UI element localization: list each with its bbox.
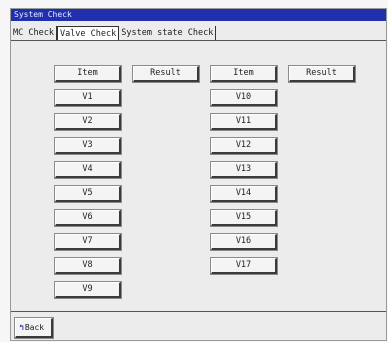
right-result-header: Result: [288, 65, 356, 83]
tab-valve-check[interactable]: Valve Check: [56, 26, 120, 40]
valve-button-v15[interactable]: V15: [210, 209, 278, 227]
back-arrow-icon: ↰: [19, 323, 24, 332]
valve-button-v1[interactable]: V1: [54, 89, 122, 107]
valve-button-v16[interactable]: V16: [210, 233, 278, 251]
valve-button-v3[interactable]: V3: [54, 137, 122, 155]
tab-system-state-check[interactable]: System state Check: [119, 26, 217, 40]
valve-button-v2[interactable]: V2: [54, 113, 122, 131]
valve-button-v13[interactable]: V13: [210, 161, 278, 179]
valve-button-v14[interactable]: V14: [210, 185, 278, 203]
valve-check-panel: Item Result Item Result V1 V2 V3 V4 V5 V…: [11, 40, 386, 312]
footer-bar: ↰ Back: [11, 312, 386, 342]
valve-button-v8[interactable]: V8: [54, 257, 122, 275]
valve-button-v6[interactable]: V6: [54, 209, 122, 227]
valve-button-v7[interactable]: V7: [54, 233, 122, 251]
back-button-label: Back: [24, 323, 45, 332]
left-result-header: Result: [132, 65, 200, 83]
back-button[interactable]: ↰ Back: [14, 317, 54, 339]
right-item-header: Item: [210, 65, 278, 83]
valve-button-v11[interactable]: V11: [210, 113, 278, 131]
window-title: System Check: [11, 9, 386, 21]
system-check-window: System Check MC Check Valve Check System…: [10, 8, 387, 341]
valve-button-v4[interactable]: V4: [54, 161, 122, 179]
valve-button-v10[interactable]: V10: [210, 89, 278, 107]
left-item-header: Item: [54, 65, 122, 83]
valve-button-v5[interactable]: V5: [54, 185, 122, 203]
valve-button-v17[interactable]: V17: [210, 257, 278, 275]
tab-bar: MC Check Valve Check System state Check: [11, 26, 217, 40]
valve-button-v9[interactable]: V9: [54, 281, 122, 299]
tab-mc-check[interactable]: MC Check: [11, 26, 57, 40]
valve-button-v12[interactable]: V12: [210, 137, 278, 155]
